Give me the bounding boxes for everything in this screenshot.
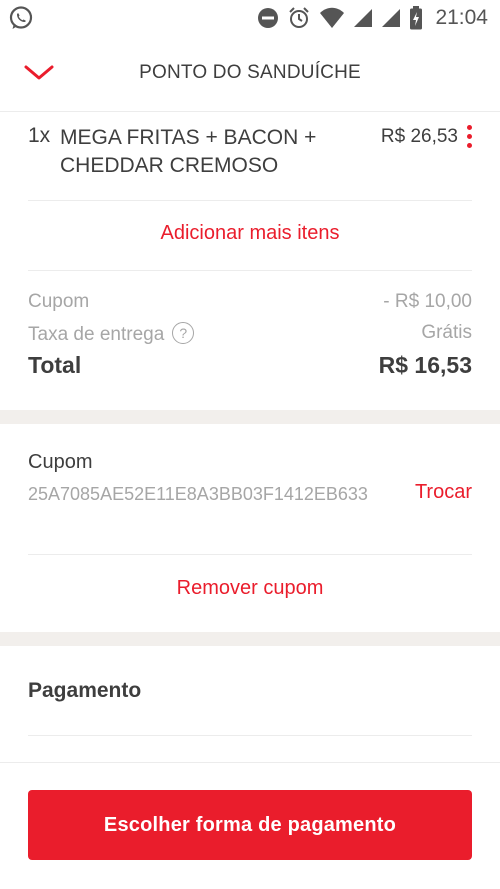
page-title: PONTO DO SANDUÍCHE [139,62,361,83]
add-more-items-link[interactable]: Adicionar mais itens [0,222,500,245]
divider [28,735,472,736]
battery-charging-icon [410,6,423,30]
delivery-fee-label: Taxa de entrega [28,324,165,345]
status-bar: 21:04 [0,0,500,36]
summary-delivery-row: Taxa de entrega? Grátis [28,322,472,346]
change-coupon-button[interactable]: Trocar [415,481,472,504]
do-not-disturb-icon [258,8,279,28]
summary-total-row: Total R$ 16,53 [28,352,472,379]
divider [28,200,472,201]
footer-divider [0,762,500,763]
coupon-section-title: Cupom [28,451,93,473]
signal-icon [382,9,401,27]
divider [28,554,472,555]
total-value: R$ 16,53 [378,352,472,378]
status-time: 21:04 [435,6,488,29]
section-separator [0,632,500,646]
summary-coupon-row: Cupom - R$ 10,00 [28,291,472,313]
item-quantity: 1x [28,124,51,147]
remove-coupon-button[interactable]: Remover cupom [0,577,500,600]
whatsapp-icon [9,6,33,29]
coupon-code: 25A7085AE52E11E8A3BB03F1412EB633 [28,484,368,504]
app-bar: PONTO DO SANDUÍCHE [0,36,500,112]
item-price: R$ 26,53 [380,126,458,147]
item-name: MEGA FRITAS + BACON + CHEDDAR CREMOSO [60,126,317,177]
help-icon[interactable]: ? [172,322,195,344]
summary-coupon-label: Cupom [28,291,90,312]
total-label: Total [28,352,82,378]
divider [28,270,472,271]
payment-section-title: Pagamento [28,679,142,702]
more-options-icon[interactable] [462,122,476,154]
delivery-fee-value: Grátis [421,322,472,343]
section-separator [0,410,500,424]
alarm-icon [289,7,310,28]
signal-icon [354,9,373,27]
wifi-icon [320,7,345,28]
summary-coupon-value: - R$ 10,00 [383,291,472,312]
choose-payment-button[interactable]: Escolher forma de pagamento [28,790,472,860]
